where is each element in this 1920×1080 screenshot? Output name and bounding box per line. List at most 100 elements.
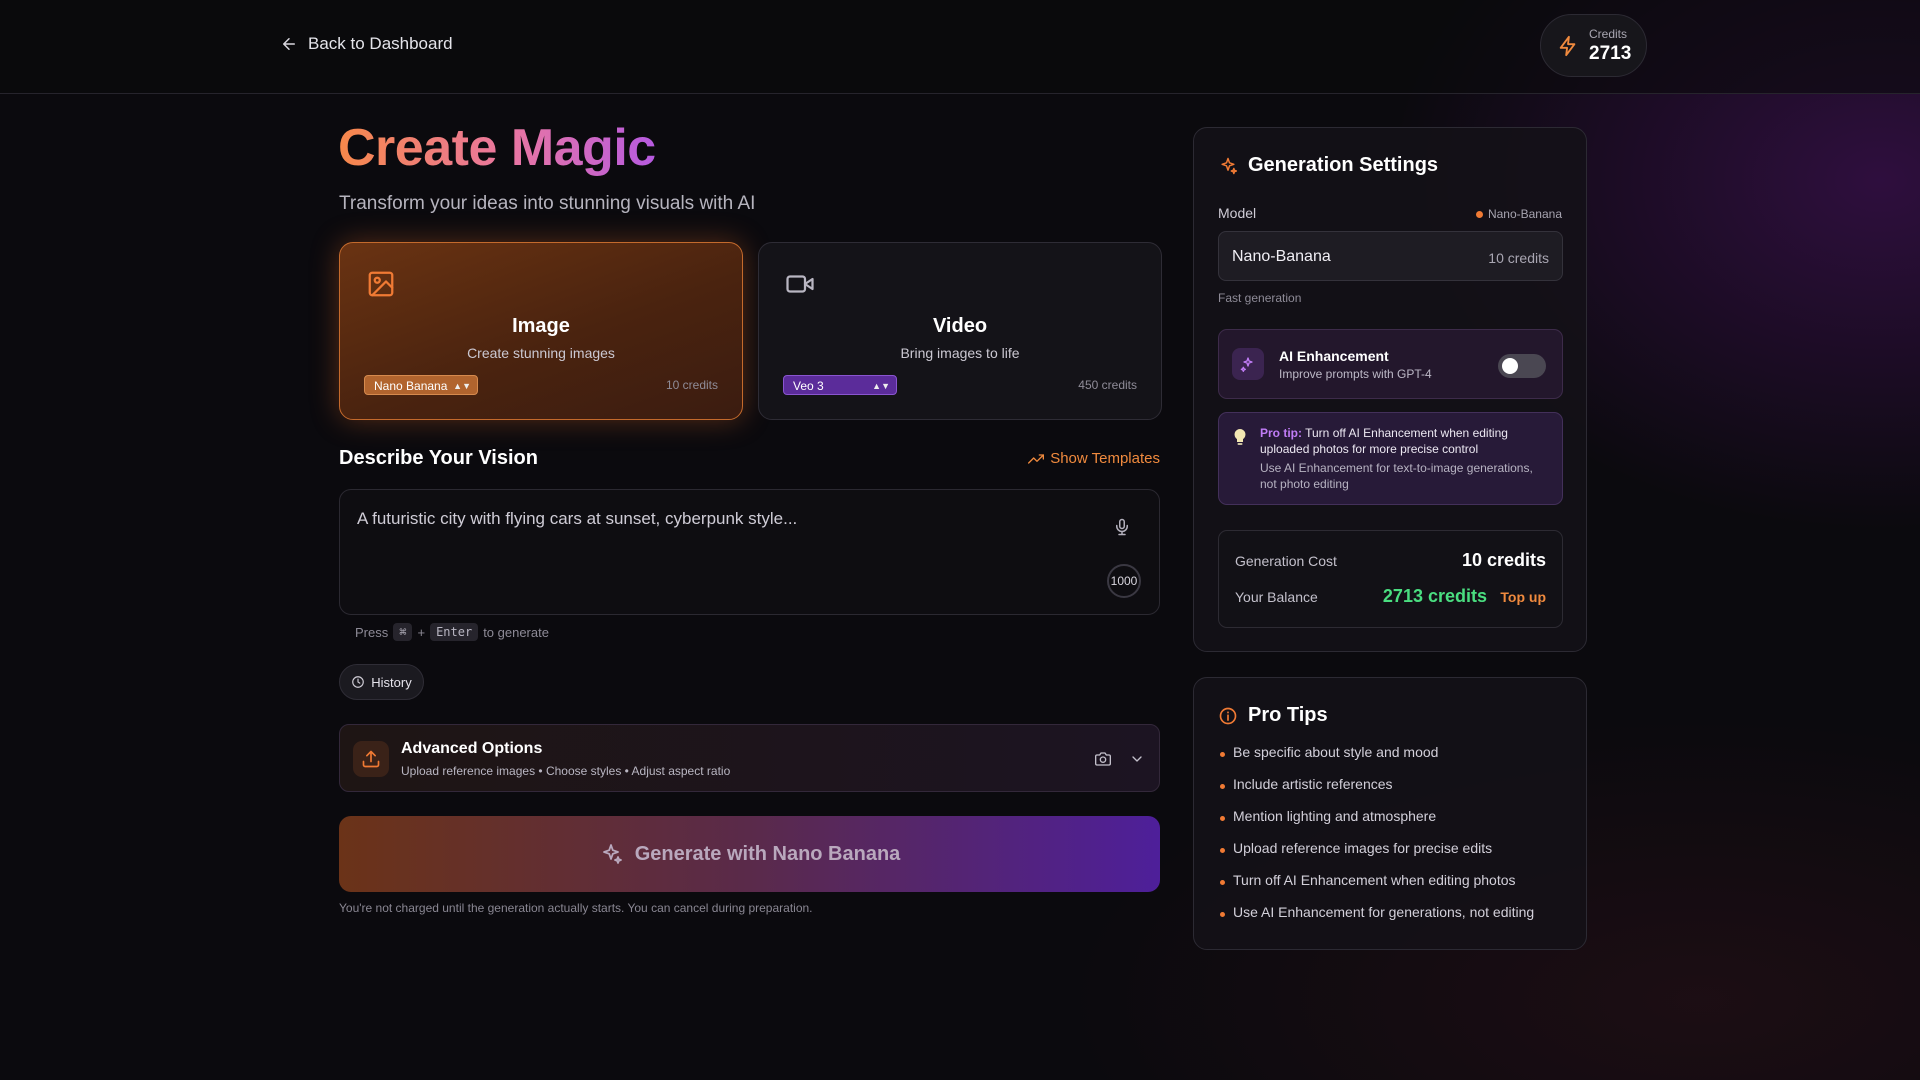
generation-settings-panel: Generation Settings Model Nano-Banana Na… — [1193, 127, 1587, 652]
enhancement-desc: Improve prompts with GPT-4 — [1279, 367, 1432, 381]
balance-value: 2713 credits — [1382, 586, 1487, 606]
camera-icon — [1095, 752, 1111, 766]
top-bar: Back to Dashboard Credits 2713 — [0, 0, 1920, 94]
back-link-label: Back to Dashboard — [308, 34, 453, 53]
chevron-down-icon[interactable] — [1129, 751, 1145, 767]
history-label: History — [371, 674, 412, 690]
trending-up-icon — [1028, 453, 1045, 464]
tip-text: Mention lighting and atmosphere — [1233, 808, 1437, 824]
hint-press: Press — [355, 624, 389, 640]
show-templates-link[interactable]: Show Templates — [1028, 450, 1160, 467]
image-icon — [368, 271, 394, 297]
toggle-knob — [1502, 358, 1518, 374]
page-title: Create Magic — [338, 119, 656, 177]
pro-tip-secondary: Use AI Enhancement for text-to-image gen… — [1260, 461, 1533, 491]
magic-wand-icon — [1240, 357, 1253, 372]
ai-enhancement-row: AI Enhancement Improve prompts with GPT-… — [1218, 329, 1563, 399]
prompt-textarea[interactable]: A futuristic city with flying cars at su… — [339, 489, 1160, 615]
page-subtitle: Transform your ideas into stunning visua… — [339, 193, 756, 214]
tip-text: Upload reference images for precise edit… — [1233, 840, 1493, 856]
prompt-placeholder: A futuristic city with flying cars at su… — [357, 509, 798, 528]
generation-cost-label: Generation Cost — [1235, 553, 1337, 569]
tips-title: Pro Tips — [1218, 704, 1328, 727]
vision-heading: Describe Your Vision — [339, 447, 538, 469]
list-item: Turn off AI Enhancement when editing pho… — [1218, 870, 1534, 902]
sparkles-icon — [1221, 157, 1238, 174]
pro-tips-panel: Pro Tips Be specific about style and moo… — [1193, 677, 1587, 950]
settings-title-label: Generation Settings — [1248, 154, 1439, 176]
mode-card-image[interactable]: Image Create stunning images Nano Banana… — [339, 242, 743, 420]
model-cost: 10 credits — [1488, 250, 1549, 266]
pro-tip-bold: Pro tip: — [1260, 426, 1302, 440]
generate-label: Generate with Nano Banana — [634, 842, 901, 865]
pro-tip-callout: Pro tip: Turn off AI Enhancement when ed… — [1218, 412, 1563, 505]
list-item: Be specific about style and mood — [1218, 742, 1534, 774]
model-tag-label: Nano-Banana — [1487, 207, 1562, 221]
microphone-icon[interactable] — [1113, 516, 1131, 538]
bullet-dot — [1220, 752, 1225, 757]
model-label: Model — [1218, 205, 1257, 221]
tip-text: Use AI Enhancement for generations, not … — [1233, 904, 1535, 920]
list-item: Mention lighting and atmosphere — [1218, 806, 1534, 838]
tip-text: Include artistic references — [1233, 776, 1393, 792]
video-model-select[interactable]: Veo 3 ▲▼ — [783, 375, 897, 395]
settings-title: Generation Settings — [1218, 154, 1438, 177]
hint-suffix: to generate — [483, 624, 549, 640]
model-name: Nano-Banana — [1232, 248, 1331, 265]
bullet-dot — [1220, 784, 1225, 789]
enhancement-icon-wrap — [1232, 348, 1264, 380]
upload-icon-wrap — [353, 741, 389, 777]
select-caret-icon: ▲▼ — [872, 381, 890, 391]
advanced-options-title: Advanced Options — [401, 740, 543, 757]
mode-card-video[interactable]: Video Bring images to life Veo 3 ▲▼ 450 … — [758, 242, 1162, 420]
show-templates-label: Show Templates — [1050, 450, 1160, 467]
character-counter: 1000 — [1107, 564, 1141, 598]
enhancement-title: AI Enhancement — [1279, 348, 1389, 364]
advanced-options-subtitle: Upload reference images • Choose styles … — [401, 764, 731, 778]
bullet-dot — [1220, 912, 1225, 917]
mode-description: Bring images to life — [900, 345, 1020, 361]
keyboard-hint: Press ⌘ + Enter to generate — [355, 623, 549, 641]
generation-cost-value: 10 credits — [1461, 550, 1546, 570]
image-model-select[interactable]: Nano Banana ▲▼ — [364, 375, 478, 395]
model-tag: Nano-Banana — [1475, 207, 1562, 221]
credits-value: 2713 — [1589, 42, 1632, 64]
model-selector[interactable]: Nano-Banana 10 credits — [1218, 231, 1563, 281]
lightning-icon — [1559, 35, 1576, 56]
pro-tip-text: Pro tip: Turn off AI Enhancement when ed… — [1260, 425, 1550, 457]
list-item: Use AI Enhancement for generations, not … — [1218, 902, 1534, 934]
hint-plus: + — [417, 624, 426, 640]
select-value: Veo 3 — [793, 379, 824, 393]
mode-cost: 450 credits — [1078, 378, 1137, 392]
credits-label: Credits — [1589, 26, 1628, 41]
mode-name: Image — [512, 315, 570, 337]
generate-button[interactable]: Generate with Nano Banana — [339, 816, 1160, 892]
sparkles-icon — [602, 844, 622, 864]
generate-disclaimer: You're not charged until the generation … — [339, 901, 813, 915]
bullet-dot — [1220, 880, 1225, 885]
back-to-dashboard-link[interactable]: Back to Dashboard — [280, 34, 453, 54]
select-value: Nano Banana — [374, 379, 448, 393]
bullet-dot — [1220, 848, 1225, 853]
select-caret-icon: ▲▼ — [453, 381, 471, 391]
mode-description: Create stunning images — [467, 345, 615, 361]
list-item: Include artistic references — [1218, 774, 1534, 806]
info-icon — [1219, 707, 1237, 724]
history-button[interactable]: History — [339, 664, 424, 700]
balance-label: Your Balance — [1235, 589, 1318, 605]
advanced-options-panel[interactable]: Advanced Options Upload reference images… — [339, 724, 1160, 792]
top-up-link[interactable]: Top up — [1500, 589, 1546, 605]
arrow-left-icon — [283, 38, 295, 50]
tip-text: Turn off AI Enhancement when editing pho… — [1233, 872, 1516, 888]
tip-text: Be specific about style and mood — [1233, 744, 1439, 760]
tips-list: Be specific about style and mood Include… — [1218, 742, 1534, 934]
hint-key-cmd: ⌘ — [393, 623, 413, 641]
status-dot — [1475, 210, 1483, 218]
ai-enhancement-toggle[interactable] — [1498, 354, 1546, 378]
cost-summary: Generation Cost 10 credits Your Balance … — [1218, 530, 1563, 628]
credits-badge[interactable]: Credits 2713 — [1540, 14, 1647, 77]
model-speed: Fast generation — [1218, 291, 1302, 305]
mode-name: Video — [932, 315, 988, 337]
mode-cost: 10 credits — [665, 378, 718, 392]
upload-icon — [362, 750, 380, 768]
